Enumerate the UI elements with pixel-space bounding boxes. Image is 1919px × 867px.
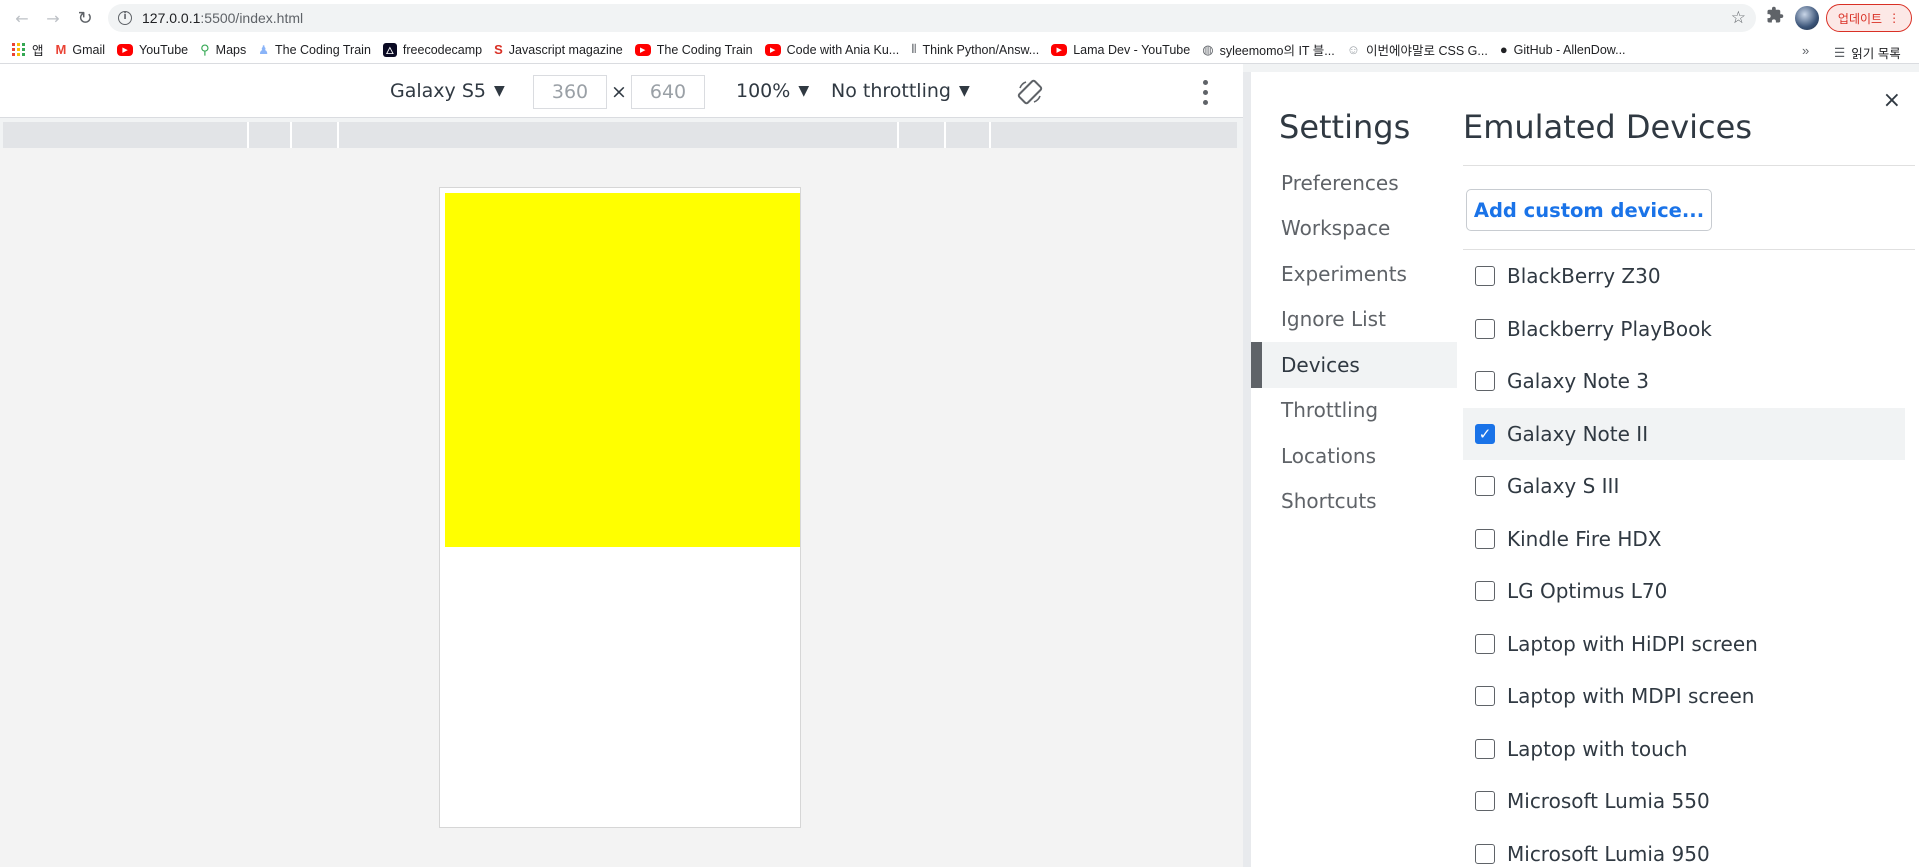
nav-item-locations[interactable]: Locations — [1251, 433, 1457, 479]
back-arrow-icon[interactable]: ← — [9, 5, 35, 31]
nav-item-devices[interactable]: Devices — [1251, 342, 1457, 388]
youtube-icon: ▶ — [764, 43, 781, 56]
device-row[interactable]: BlackBerry Z30 — [1463, 250, 1905, 303]
reload-icon[interactable]: ↻ — [72, 5, 98, 31]
device-row[interactable]: Galaxy Note 3 — [1463, 355, 1905, 408]
device-row[interactable]: Microsoft Lumia 550 — [1463, 775, 1905, 828]
youtube-icon: ▶ — [1051, 43, 1068, 56]
bookmark-apps[interactable]: 앱 — [12, 40, 44, 59]
device-select[interactable]: Galaxy S5 ▼ — [390, 80, 505, 102]
device-row[interactable]: Laptop with touch — [1463, 723, 1905, 776]
device-row[interactable]: ✓ Galaxy Note II — [1463, 407, 1905, 460]
coding-train-icon: ♟ — [258, 42, 270, 57]
checkbox[interactable] — [1475, 738, 1495, 759]
freecodecamp-icon: 🜂 — [382, 42, 397, 57]
bookmark-coding-train-yt[interactable]: ▶ The Coding Train — [634, 43, 753, 57]
close-icon[interactable]: × — [1883, 88, 1901, 113]
bookmark-ania-kubow[interactable]: ▶ Code with Ania Ku... — [764, 43, 899, 57]
dropdown-arrow-icon: ▼ — [958, 83, 970, 99]
forward-arrow-icon[interactable]: → — [40, 5, 66, 31]
section-title: Emulated Devices — [1463, 108, 1752, 146]
url-text[interactable]: 127.0.0.1:5500/index.html — [142, 10, 303, 26]
update-button[interactable]: 업데이트 ⋮ — [1826, 4, 1912, 32]
dimension-separator: × — [611, 81, 627, 103]
settings-panel: × Settings Preferences Workspace Experim… — [1243, 72, 1919, 867]
profile-avatar[interactable] — [1795, 6, 1819, 30]
checkbox[interactable] — [1475, 791, 1495, 812]
maps-icon: ⚲ — [200, 41, 210, 57]
youtube-icon: ▶ — [117, 43, 134, 56]
settings-title: Settings — [1279, 108, 1411, 146]
checkbox[interactable] — [1475, 843, 1495, 864]
device-list: BlackBerry Z30 Blackberry PlayBook Galax… — [1463, 250, 1905, 867]
throttling-select[interactable]: No throttling ▼ — [831, 80, 970, 102]
info-icon[interactable]: i — [118, 11, 132, 25]
youtube-icon: ▶ — [634, 43, 651, 56]
checkbox[interactable] — [1475, 528, 1495, 549]
browser-toolbar: ← → ↻ i 127.0.0.1:5500/index.html ☆ 업데이트… — [0, 0, 1919, 36]
media-query-bar[interactable] — [3, 122, 1237, 148]
bookmark-coding-train[interactable]: ♟ The Coding Train — [258, 43, 371, 57]
device-row[interactable]: Laptop with HiDPI screen — [1463, 618, 1905, 671]
bookmark-maps[interactable]: ⚲ Maps — [200, 42, 246, 58]
nav-item-ignore-list[interactable]: Ignore List — [1251, 297, 1457, 343]
checkbox[interactable] — [1475, 371, 1495, 392]
dropdown-arrow-icon: ▼ — [493, 83, 505, 99]
bookmark-css-grid[interactable]: ☺ 이번에야말로 CSS G... — [1347, 40, 1488, 59]
bookmarks-overflow-icon[interactable]: » — [1802, 43, 1809, 58]
bookmark-freecodecamp[interactable]: 🜂 freecodecamp — [382, 42, 482, 57]
apps-icon — [12, 42, 26, 57]
book-icon: ⦀ — [911, 42, 917, 56]
page-yellow-box — [445, 193, 800, 547]
reading-list-icon: ☰ — [1834, 46, 1846, 60]
zoom-select[interactable]: 100% ▼ — [736, 80, 809, 102]
reading-list-button[interactable]: ☰ 읽기 목록 — [1834, 43, 1901, 62]
bookmark-github-allendowney[interactable]: ● GitHub - AllenDow... — [1500, 42, 1626, 57]
device-row[interactable]: Kindle Fire HDX — [1463, 513, 1905, 566]
device-row[interactable]: Microsoft Lumia 950 — [1463, 828, 1905, 867]
checkbox[interactable] — [1475, 686, 1495, 707]
checkbox[interactable] — [1475, 633, 1495, 654]
star-icon[interactable]: ☆ — [1731, 8, 1746, 28]
dropdown-arrow-icon: ▼ — [798, 83, 810, 99]
settings-nav: Preferences Workspace Experiments Ignore… — [1251, 160, 1457, 524]
extensions-puzzle-icon[interactable] — [1763, 6, 1787, 30]
bookmarks-bar: 앱 M Gmail ▶ YouTube ⚲ Maps ♟ The Coding … — [0, 36, 1919, 64]
globe-icon: ◍ — [1202, 41, 1214, 57]
bookmark-think-python[interactable]: ⦀ Think Python/Answ... — [911, 42, 1039, 57]
gmail-icon: M — [55, 42, 67, 57]
gitbook-icon: ☺ — [1346, 42, 1361, 57]
update-label: 업데이트 — [1837, 11, 1883, 26]
device-toolbar: Galaxy S5 ▼ 360 × 640 100% ▼ No throttling… — [0, 64, 1243, 118]
device-row[interactable]: Blackberry PlayBook — [1463, 303, 1905, 356]
checkbox[interactable] — [1475, 266, 1495, 287]
checkbox[interactable] — [1475, 581, 1495, 602]
checkbox[interactable] — [1475, 476, 1495, 497]
bookmark-lama-dev[interactable]: ▶ Lama Dev - YouTube — [1051, 43, 1190, 57]
github-icon: ● — [1499, 42, 1508, 57]
nav-item-workspace[interactable]: Workspace — [1251, 206, 1457, 252]
add-custom-device-button[interactable]: Add custom device... — [1466, 189, 1712, 231]
nav-item-shortcuts[interactable]: Shortcuts — [1251, 479, 1457, 525]
bookmark-syleemomo[interactable]: ◍ syleemomo의 IT 블... — [1202, 40, 1335, 59]
checkbox[interactable]: ✓ — [1475, 423, 1495, 444]
address-bar[interactable]: i 127.0.0.1:5500/index.html ☆ — [108, 4, 1756, 32]
divider — [1463, 165, 1915, 166]
nav-item-throttling[interactable]: Throttling — [1251, 388, 1457, 434]
bookmark-javascript-magazine[interactable]: S Javascript magazine — [494, 42, 623, 57]
more-options-icon[interactable] — [1200, 77, 1210, 107]
device-row[interactable]: Laptop with MDPI screen — [1463, 670, 1905, 723]
nav-item-preferences[interactable]: Preferences — [1251, 160, 1457, 206]
swirl-icon: S — [494, 42, 503, 57]
height-input[interactable]: 640 — [631, 75, 705, 109]
device-row[interactable]: LG Optimus L70 — [1463, 565, 1905, 618]
width-input[interactable]: 360 — [533, 75, 607, 109]
device-row[interactable]: Galaxy S III — [1463, 460, 1905, 513]
bookmark-youtube[interactable]: ▶ YouTube — [117, 43, 188, 57]
kebab-menu-icon: ⋮ — [1888, 11, 1901, 25]
rotate-icon[interactable] — [1017, 79, 1043, 105]
bookmark-gmail[interactable]: M Gmail — [56, 42, 106, 57]
checkbox[interactable] — [1475, 318, 1495, 339]
nav-item-experiments[interactable]: Experiments — [1251, 251, 1457, 297]
